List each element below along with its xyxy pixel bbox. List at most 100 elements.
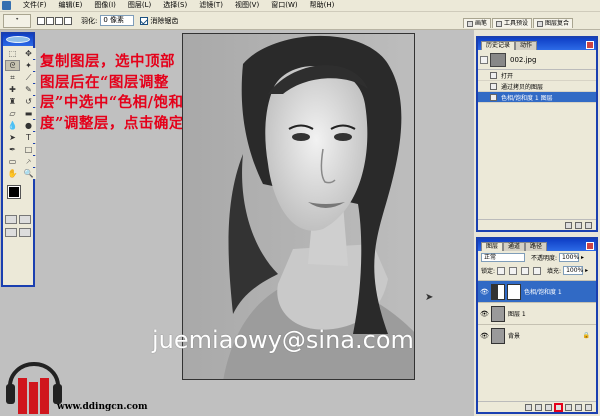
well-tab-brushes[interactable]: 画笔	[463, 18, 492, 28]
site-url-text: www.ddingcn.com	[57, 402, 148, 412]
menu-image[interactable]: 图像(I)	[88, 0, 122, 11]
layer-row[interactable]: 👁 图层 1	[478, 302, 596, 324]
history-row-label: 打开	[501, 72, 514, 80]
tab-layers[interactable]: 图层	[481, 242, 504, 251]
close-icon[interactable]	[586, 41, 594, 49]
layer-mask-thumbnail[interactable]	[507, 283, 521, 300]
new-document-from-state-icon[interactable]	[565, 221, 572, 229]
intersect-selection-button[interactable]	[64, 16, 72, 25]
adobe-feather-icon	[6, 36, 30, 43]
menu-filter[interactable]: 滤镜(T)	[193, 0, 229, 11]
new-selection-button[interactable]	[37, 16, 45, 25]
lock-fill-row: 锁定: 填充: 100% ▸	[478, 264, 596, 277]
comps-icon	[537, 20, 544, 27]
eye-icon[interactable]: 👁	[480, 288, 489, 296]
new-layer-icon[interactable]	[575, 403, 582, 411]
eye-icon[interactable]: 👁	[480, 332, 489, 340]
move-tool-icon[interactable]: ✥	[21, 48, 36, 59]
well-tab-layer-comps[interactable]: 图层复合	[533, 18, 574, 28]
palette-well: 画笔 工具预设 图层复合	[463, 15, 597, 28]
brush-tool-icon[interactable]: ✎	[21, 84, 36, 95]
menu-select[interactable]: 选择(S)	[157, 0, 193, 11]
lasso-icon: ᐩ	[15, 16, 19, 25]
gradient-tool-icon[interactable]: ▬	[21, 108, 36, 119]
add-selection-button[interactable]	[46, 16, 54, 25]
close-icon[interactable]	[586, 242, 594, 250]
tab-history[interactable]: 历史记录	[481, 41, 516, 50]
lasso-tool-icon[interactable]: ᘓ	[5, 60, 20, 71]
menu-view[interactable]: 视图(V)	[229, 0, 265, 11]
clone-stamp-tool-icon[interactable]: ♜	[5, 96, 20, 107]
layer-style-icon[interactable]	[535, 403, 542, 411]
antialias-checkbox[interactable]	[140, 16, 149, 25]
menu-file[interactable]: 文件(F)	[17, 0, 53, 11]
email-watermark: juemiaowy@sina.com	[152, 326, 414, 354]
pen-tool-icon[interactable]: ✒	[5, 144, 20, 155]
adjustment-layer-icon	[490, 93, 497, 101]
lock-image-icon[interactable]	[509, 266, 518, 275]
dodge-tool-icon[interactable]: ●	[21, 120, 36, 131]
eyedropper-tool-icon[interactable]: ⸕	[21, 156, 36, 167]
history-brush-source-icon[interactable]	[480, 55, 488, 64]
tab-channels[interactable]: 通道	[503, 242, 526, 251]
history-row-active[interactable]: 色相/饱和度 1 图层	[478, 92, 596, 103]
menu-bar: 文件(F) 编辑(E) 图像(I) 图层(L) 选择(S) 滤镜(T) 视图(V…	[0, 0, 600, 12]
notes-tool-icon[interactable]: ▭	[5, 156, 20, 167]
feather-input[interactable]: 0 像素	[100, 15, 135, 26]
tab-paths[interactable]: 路径	[525, 242, 548, 251]
new-group-icon[interactable]	[565, 403, 572, 411]
type-tool-icon[interactable]: T	[21, 132, 36, 143]
slice-tool-icon[interactable]: ⟋	[21, 72, 36, 83]
crop-tool-icon[interactable]: ⌗	[5, 72, 20, 83]
menu-layer[interactable]: 图层(L)	[122, 0, 157, 11]
shape-tool-icon[interactable]: □	[21, 144, 36, 155]
history-row[interactable]: 通过拷贝的图层	[478, 81, 596, 92]
well-tab-tool-presets[interactable]: 工具预设	[492, 18, 533, 28]
jump-to-imageready-button[interactable]	[19, 228, 31, 237]
lock-transparency-icon[interactable]	[497, 266, 506, 275]
layer-row-active[interactable]: 👁 色相/饱和度 1	[478, 280, 596, 302]
trash-icon[interactable]	[585, 221, 592, 229]
layer-row[interactable]: 👁 背景 🔒	[478, 324, 596, 346]
antialias-label: 消除锯齿	[150, 16, 179, 25]
standard-mode-button[interactable]	[5, 215, 17, 224]
menu-window[interactable]: 窗口(W)	[265, 0, 303, 11]
blur-tool-icon[interactable]: 💧	[5, 120, 20, 131]
blend-mode-select[interactable]: 正常	[481, 253, 525, 262]
snapshot-label: 002.jpg	[510, 55, 537, 64]
new-snapshot-icon[interactable]	[575, 221, 582, 229]
history-brush-tool-icon[interactable]: ↺	[21, 96, 36, 107]
fill-slider-arrow-icon[interactable]: ▸	[585, 267, 588, 274]
screen-mode-button[interactable]	[5, 228, 17, 237]
path-selection-tool-icon[interactable]: ➤	[5, 132, 20, 143]
marquee-tool-icon[interactable]: ⬚	[5, 48, 20, 59]
history-row[interactable]: 打开	[478, 70, 596, 81]
foreground-color[interactable]	[7, 185, 21, 199]
fill-input[interactable]: 100%	[563, 266, 583, 275]
hand-tool-icon[interactable]: ✋	[5, 168, 20, 179]
tool-preset-picker[interactable]: ᐩ	[3, 13, 31, 28]
subtract-selection-button[interactable]	[55, 16, 63, 25]
eraser-tool-icon[interactable]: ▱	[5, 108, 20, 119]
color-swatches[interactable]	[5, 184, 31, 210]
tab-actions[interactable]: 动作	[515, 41, 538, 50]
quick-mask-button[interactable]	[19, 215, 31, 224]
opacity-slider-arrow-icon[interactable]: ▸	[581, 254, 584, 261]
menu-help[interactable]: 帮助(H)	[304, 0, 341, 11]
history-snapshot[interactable]: 002.jpg	[478, 50, 596, 70]
history-panel-footer	[478, 219, 596, 230]
link-layers-icon[interactable]	[525, 403, 532, 411]
lock-all-icon[interactable]	[533, 266, 542, 275]
eye-icon[interactable]: 👁	[480, 310, 489, 318]
opacity-input[interactable]: 100%	[559, 253, 579, 262]
lock-position-icon[interactable]	[521, 266, 530, 275]
brush-icon	[467, 20, 473, 27]
menu-edit[interactable]: 编辑(E)	[53, 0, 89, 11]
toolbox-title-bar[interactable]	[3, 34, 33, 46]
add-mask-icon[interactable]	[545, 403, 552, 411]
healing-brush-tool-icon[interactable]: ✚	[5, 84, 20, 95]
new-adjustment-layer-icon[interactable]	[554, 402, 563, 412]
magic-wand-tool-icon[interactable]: ✦	[21, 60, 36, 71]
zoom-tool-icon[interactable]: 🔍	[21, 168, 36, 179]
trash-icon[interactable]	[585, 403, 592, 411]
